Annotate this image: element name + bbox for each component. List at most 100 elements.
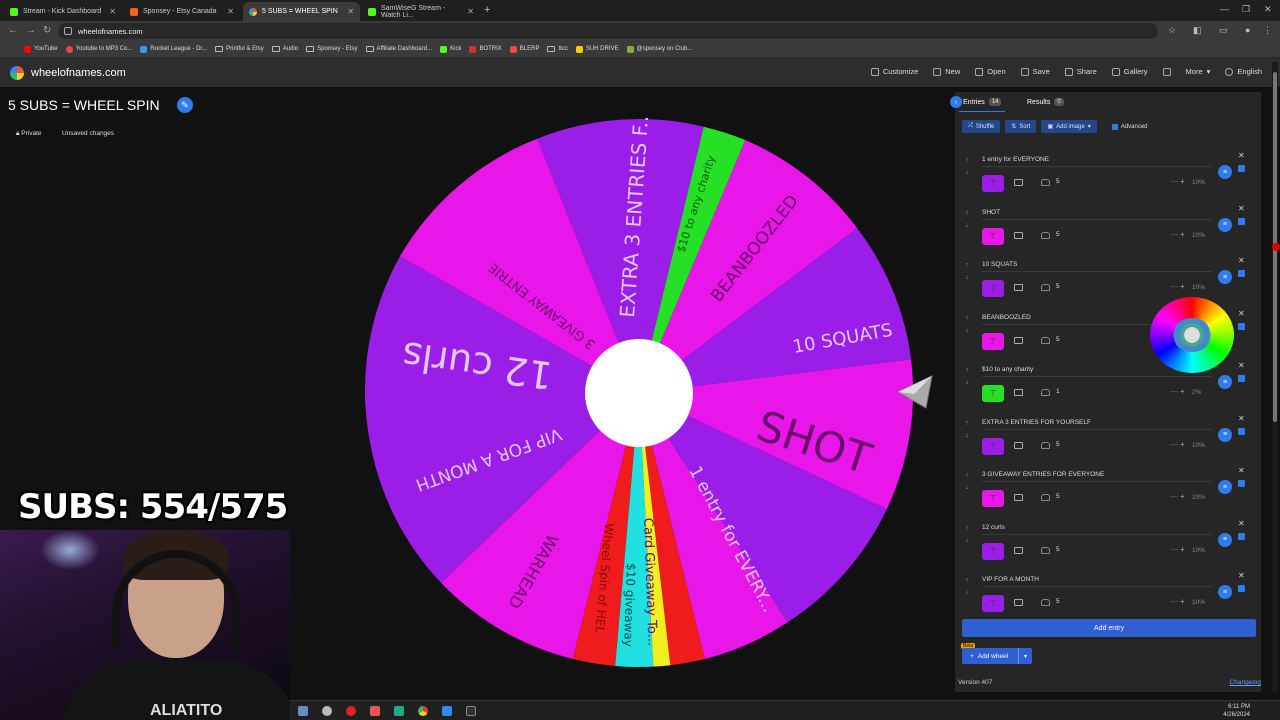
delete-entry-icon[interactable]: ✕ bbox=[1238, 151, 1245, 160]
add-entry-button[interactable]: Add entry bbox=[962, 619, 1256, 637]
reorder-arrows-icon[interactable]: ↑ ↓ bbox=[962, 365, 972, 389]
chevron-down-icon[interactable]: ▾ bbox=[1018, 648, 1032, 664]
weight-decrease-button[interactable]: — bbox=[1170, 545, 1178, 554]
hide-panel-icon[interactable]: › bbox=[950, 96, 962, 108]
tab-results[interactable]: Results 0 bbox=[1027, 98, 1064, 106]
delete-entry-icon[interactable]: ✕ bbox=[1238, 204, 1245, 213]
steam-icon[interactable] bbox=[322, 706, 332, 716]
bookmark-youtube[interactable]: YouTube bbox=[24, 45, 58, 53]
delete-entry-icon[interactable]: ✕ bbox=[1238, 361, 1245, 370]
weight-increase-button[interactable]: + bbox=[1180, 282, 1185, 291]
close-icon[interactable]: ✕ bbox=[109, 7, 116, 16]
entry-name-input[interactable]: 3 GIVEAWAY ENTRIES FOR EVERYONE bbox=[982, 468, 1212, 482]
reorder-arrows-icon[interactable]: ↑ ↓ bbox=[962, 418, 972, 442]
bookmark-sponsey[interactable]: Sponsey - Etsy bbox=[306, 46, 358, 52]
entry-color-button[interactable]: ⊤ bbox=[982, 437, 1004, 455]
entry-enabled-checkbox[interactable] bbox=[1238, 532, 1245, 540]
entry-weight-input[interactable]: 5 bbox=[1056, 178, 1060, 185]
open-button[interactable]: Open bbox=[975, 67, 1006, 76]
entry-color-button[interactable]: ⊤ bbox=[982, 280, 1004, 297]
share-button[interactable]: Share bbox=[1064, 67, 1097, 76]
entry-enabled-checkbox[interactable] bbox=[1238, 375, 1245, 382]
forward-icon[interactable]: → bbox=[26, 25, 36, 36]
image-icon[interactable] bbox=[1014, 336, 1023, 344]
close-icon[interactable]: ✕ bbox=[227, 7, 234, 16]
entry-menu-button[interactable]: ≡ bbox=[1218, 427, 1232, 442]
reorder-arrows-icon[interactable]: ↑ ↓ bbox=[962, 208, 972, 232]
delete-entry-icon[interactable]: ✕ bbox=[1238, 571, 1245, 580]
reorder-arrows-icon[interactable]: ↑ ↓ bbox=[962, 313, 972, 337]
add-image-button[interactable]: ▣ Add image ▾ bbox=[1041, 120, 1097, 133]
weight-increase-button[interactable]: + bbox=[1180, 492, 1185, 501]
entry-color-button[interactable]: ⊤ bbox=[982, 385, 1004, 402]
add-wheel-button[interactable]: + Add wheel ▾ bbox=[962, 648, 1032, 664]
entry-menu-button[interactable]: ≡ bbox=[1218, 165, 1232, 179]
image-icon[interactable] bbox=[1014, 389, 1023, 396]
entry-name-input[interactable]: VIP FOR A MONTH bbox=[982, 573, 1212, 587]
browser-menu-icon[interactable]: ⋮ bbox=[1263, 25, 1272, 36]
url-input[interactable]: wheelofnames.com bbox=[58, 23, 1158, 39]
entry-name-input[interactable]: EXTRA 3 ENTRIES FOR YOURSELF bbox=[982, 416, 1212, 430]
back-icon[interactable]: ← bbox=[8, 25, 18, 36]
entry-weight-input[interactable]: 5 bbox=[1056, 493, 1060, 500]
app-icon[interactable] bbox=[394, 706, 404, 716]
more-button[interactable]: More ▾ bbox=[1186, 67, 1211, 76]
entry-enabled-checkbox[interactable] bbox=[1238, 585, 1245, 592]
weight-increase-button[interactable]: + bbox=[1180, 177, 1185, 186]
minimize-icon[interactable]: — bbox=[1220, 4, 1229, 14]
gallery-button[interactable]: Gallery bbox=[1111, 67, 1148, 76]
sidepanel-icon[interactable]: ▭ bbox=[1219, 25, 1228, 36]
new-tab-icon[interactable]: + bbox=[484, 4, 490, 16]
bookmark-audio[interactable]: Audio bbox=[271, 46, 298, 52]
bookmark-printful[interactable]: Printful & Etsy bbox=[215, 46, 264, 52]
tab-kick-dashboard[interactable]: Stream - Kick Dashboard ✕ bbox=[4, 2, 122, 21]
tab-samwiseg[interactable]: SamWiseG Stream - Watch Li... ✕ bbox=[362, 2, 480, 21]
entry-menu-button[interactable]: ≡ bbox=[1218, 532, 1232, 547]
entry-enabled-checkbox[interactable] bbox=[1238, 427, 1245, 435]
entry-menu-button[interactable]: ≡ bbox=[1218, 480, 1232, 494]
entry-menu-button[interactable]: ≡ bbox=[1218, 585, 1232, 599]
weight-increase-button[interactable]: + bbox=[1180, 440, 1185, 449]
sort-button[interactable]: ⇅ Sort bbox=[1005, 120, 1037, 133]
entry-name-input[interactable]: SHOT bbox=[982, 206, 1212, 220]
weight-increase-button[interactable]: + bbox=[1180, 230, 1185, 239]
clock[interactable]: 6:11 PM 4/26/2024 bbox=[1223, 703, 1250, 719]
changelog-link[interactable]: Changelog bbox=[1230, 679, 1261, 686]
entry-weight-input[interactable]: 5 bbox=[1056, 598, 1060, 605]
image-icon[interactable] bbox=[1014, 546, 1023, 554]
reload-icon[interactable]: ↻ bbox=[43, 25, 51, 36]
star-icon[interactable]: ☆ bbox=[1168, 25, 1176, 36]
delete-entry-icon[interactable]: ✕ bbox=[1238, 256, 1245, 265]
entry-weight-input[interactable]: 5 bbox=[1056, 546, 1060, 553]
extensions-icon[interactable]: ◧ bbox=[1193, 25, 1202, 36]
entry-enabled-checkbox[interactable] bbox=[1238, 165, 1245, 172]
delete-entry-icon[interactable]: ✕ bbox=[1238, 414, 1245, 423]
fullscreen-button[interactable] bbox=[1162, 67, 1171, 76]
reorder-arrows-icon[interactable]: ↑ ↓ bbox=[962, 470, 972, 494]
entry-color-button[interactable]: ⊤ bbox=[982, 227, 1004, 245]
tab-entries[interactable]: Entries 14 bbox=[963, 98, 1002, 106]
entry-weight-input[interactable]: 5 bbox=[1056, 231, 1060, 238]
weight-decrease-button[interactable]: — bbox=[1170, 282, 1178, 291]
tab-etsy[interactable]: Sponsey - Etsy Canada ✕ bbox=[124, 2, 240, 21]
wheel-center[interactable] bbox=[585, 339, 693, 447]
entry-name-input[interactable]: 10 SQUATS bbox=[982, 258, 1212, 272]
image-icon[interactable] bbox=[1014, 231, 1023, 239]
entry-menu-button[interactable]: ≡ bbox=[1218, 217, 1232, 232]
entry-color-button[interactable]: ⊤ bbox=[982, 542, 1004, 560]
maximize-icon[interactable]: ❐ bbox=[1242, 4, 1250, 15]
chrome-icon[interactable] bbox=[418, 706, 428, 716]
close-icon[interactable]: ✕ bbox=[467, 7, 474, 16]
close-window-icon[interactable]: ✕ bbox=[1264, 4, 1272, 15]
app-icon[interactable] bbox=[442, 706, 452, 716]
bookmark-ttcc[interactable]: ttcc bbox=[547, 46, 568, 52]
weight-increase-button[interactable]: + bbox=[1180, 387, 1185, 396]
profile-icon[interactable]: ● bbox=[1245, 25, 1250, 35]
weight-decrease-button[interactable]: — bbox=[1170, 177, 1178, 186]
weight-decrease-button[interactable]: — bbox=[1170, 492, 1178, 501]
bookmark-suh-drive[interactable]: SUH DRIVE bbox=[575, 45, 619, 53]
entry-name-input[interactable]: 12 curls bbox=[982, 521, 1212, 535]
wheel[interactable]: 10 SQUATS SHOT 1 entry for EVERY... Card… bbox=[364, 118, 914, 668]
weight-decrease-button[interactable]: — bbox=[1170, 597, 1178, 606]
tab-wheel[interactable]: 5 SUBS = WHEEL SPIN ✕ bbox=[243, 2, 360, 21]
